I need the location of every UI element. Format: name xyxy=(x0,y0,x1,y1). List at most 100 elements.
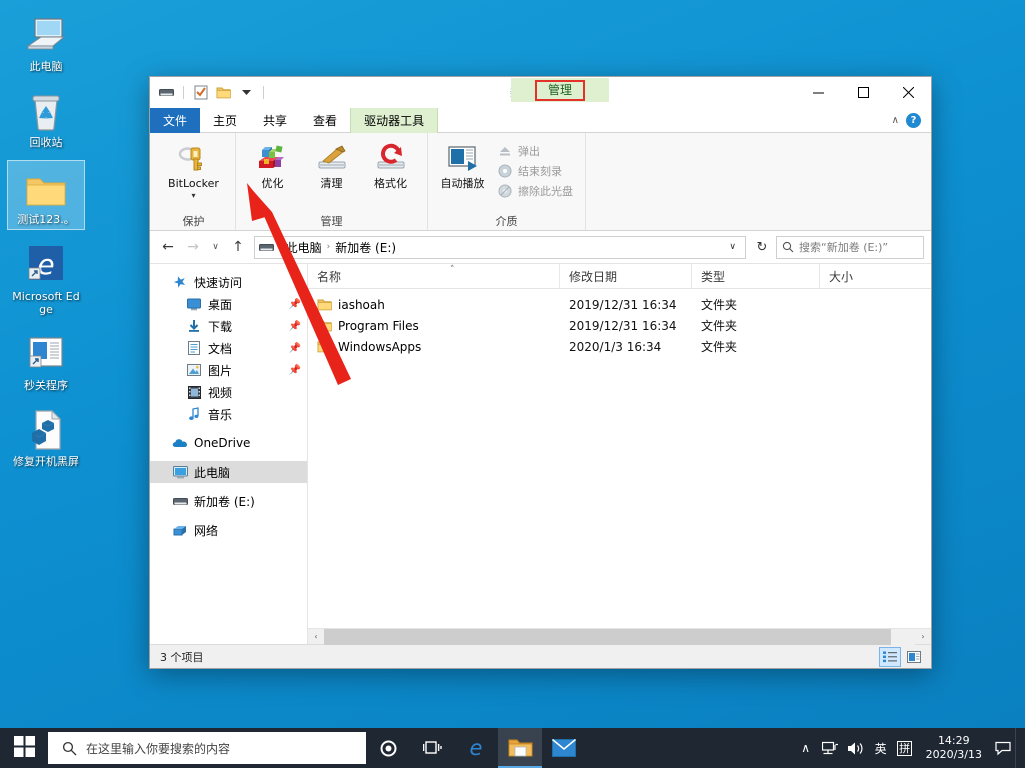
media-small-buttons: 弹出 结束刻录 擦除此光盘 xyxy=(493,138,577,200)
search-box[interactable]: 搜索“新加卷 (E:)” xyxy=(776,235,924,259)
desktop-icon-recycle-bin[interactable]: 回收站 xyxy=(7,84,85,152)
sidebar-item-quick-access[interactable]: 快速访问 xyxy=(150,271,307,293)
pin-icon[interactable]: 📌 xyxy=(289,343,301,354)
optimize-button[interactable]: 优化 xyxy=(244,138,301,190)
eject-button[interactable]: 弹出 xyxy=(493,142,577,160)
quick-access-toolbar xyxy=(150,77,267,108)
column-header-name[interactable]: 名称 xyxy=(308,264,560,288)
network-icon[interactable] xyxy=(818,728,843,768)
desktop-icon-test-folder[interactable]: 测试123.。 xyxy=(7,160,85,230)
collapse-ribbon-icon[interactable]: ∧ xyxy=(892,115,899,126)
sidebar-item-this-pc[interactable]: 此电脑 xyxy=(150,461,307,483)
pin-icon[interactable]: 📌 xyxy=(289,299,301,310)
taskbar-search-box[interactable]: 在这里输入你要搜索的内容 xyxy=(48,732,366,764)
customize-qat-caret-icon[interactable] xyxy=(237,83,256,102)
help-icon[interactable]: ? xyxy=(906,112,921,128)
ime-pinyin-icon[interactable]: 拼 xyxy=(893,728,917,768)
sidebar-item-videos[interactable]: 视频 xyxy=(150,381,307,403)
sidebar-item-pictures[interactable]: 图片 📌 xyxy=(150,359,307,381)
tab-file[interactable]: 文件 xyxy=(150,108,201,133)
sidebar-item-drive-e[interactable]: 新加卷 (E:) xyxy=(150,490,307,512)
up-button[interactable]: ↑ xyxy=(227,236,249,258)
forward-button[interactable]: → xyxy=(182,236,204,258)
column-header-size[interactable]: 大小 xyxy=(820,264,931,288)
file-explorer-window: 新加卷 (E:) 管理 文件 主页 共享 查看 驱动器工具 ∧ ? xyxy=(149,76,932,669)
horizontal-scrollbar[interactable]: ‹ › xyxy=(308,628,931,645)
scrollbar-thumb[interactable] xyxy=(324,628,892,645)
taskbar-clock[interactable]: 14:29 2020/3/13 xyxy=(917,728,991,768)
desktop-icon-this-pc[interactable]: 此电脑 xyxy=(7,8,85,76)
show-hidden-icons-chevron[interactable]: ∧ xyxy=(794,728,818,768)
tab-drive-tools[interactable]: 驱动器工具 xyxy=(350,108,439,133)
address-dropdown-caret-icon[interactable]: ∨ xyxy=(724,242,741,252)
search-placeholder: 搜索“新加卷 (E:)” xyxy=(799,241,889,254)
desktop-icon-microsoft-edge[interactable]: e Microsoft Edge xyxy=(7,238,85,319)
volume-icon[interactable] xyxy=(843,728,869,768)
scroll-right-button[interactable]: › xyxy=(915,628,931,645)
sidebar-item-music[interactable]: 音乐 xyxy=(150,403,307,425)
edge-icon: e xyxy=(9,242,83,286)
search-icon xyxy=(782,241,794,253)
drive-icon[interactable] xyxy=(157,83,176,102)
cortana-icon[interactable] xyxy=(366,728,410,768)
edge-icon[interactable]: e xyxy=(454,728,498,768)
column-header-type[interactable]: 类型 xyxy=(692,264,820,288)
start-button[interactable] xyxy=(0,728,48,768)
network-icon xyxy=(172,522,188,538)
minimize-button[interactable] xyxy=(796,77,841,108)
column-header-date[interactable]: 修改日期 xyxy=(560,264,692,288)
show-desktop-button[interactable] xyxy=(1015,728,1023,768)
system-tray: ∧ 英 拼 14:29 2020/3/13 xyxy=(794,728,1025,768)
sidebar-item-label: OneDrive xyxy=(194,436,251,450)
close-button[interactable] xyxy=(886,77,931,108)
action-center-icon[interactable] xyxy=(991,728,1015,768)
ribbon-group-protect-title: 保护 xyxy=(182,215,205,228)
recent-locations-button[interactable]: ∨ xyxy=(207,236,224,258)
back-button[interactable]: ← xyxy=(157,236,179,258)
autoplay-button[interactable]: 自动播放 xyxy=(436,138,489,190)
sidebar-item-documents[interactable]: 文档 📌 xyxy=(150,337,307,359)
pin-icon[interactable]: 📌 xyxy=(289,321,301,332)
column-header-row: 名称 修改日期 类型 大小 ˄ xyxy=(308,264,931,289)
desktop-icon-miaoguan-program[interactable]: 秒关程序 xyxy=(7,327,85,395)
refresh-button[interactable]: ↻ xyxy=(751,236,773,258)
desktop-icon-fix-black-screen[interactable]: 修复开机黑屏 xyxy=(7,403,85,471)
pin-icon[interactable]: 📌 xyxy=(289,365,301,376)
breadcrumb-this-pc[interactable]: 此电脑 xyxy=(284,239,324,256)
address-bar[interactable]: › 此电脑 › 新加卷 (E:) ∨ xyxy=(254,235,746,259)
sidebar-item-desktop[interactable]: 桌面 📌 xyxy=(150,293,307,315)
details-view-button[interactable] xyxy=(879,646,901,667)
folder-icon xyxy=(317,319,332,332)
tab-home[interactable]: 主页 xyxy=(200,108,250,133)
new-folder-icon[interactable] xyxy=(214,83,233,102)
properties-icon[interactable] xyxy=(191,83,210,102)
file-explorer-icon[interactable] xyxy=(498,728,542,768)
sidebar-item-onedrive[interactable]: OneDrive xyxy=(150,432,307,454)
maximize-button[interactable] xyxy=(841,77,886,108)
folder-icon xyxy=(317,340,332,353)
table-row[interactable]: WindowsApps 2020/1/3 16:34 文件夹 xyxy=(308,336,931,357)
scrollbar-track[interactable] xyxy=(324,628,915,645)
large-icons-view-button[interactable] xyxy=(903,647,925,667)
ime-language-icon[interactable]: 英 xyxy=(869,728,893,768)
tab-share[interactable]: 共享 xyxy=(250,108,300,133)
item-count-label: 3 个项目 xyxy=(160,650,204,664)
breadcrumb-drive[interactable]: 新加卷 (E:) xyxy=(333,239,398,256)
taskbar-search-placeholder: 在这里输入你要搜索的内容 xyxy=(86,741,231,756)
erase-disc-button[interactable]: 擦除此光盘 xyxy=(493,182,577,200)
format-button[interactable]: 格式化 xyxy=(362,138,419,190)
mail-icon[interactable] xyxy=(542,728,586,768)
table-row[interactable]: iashoah 2019/12/31 16:34 文件夹 xyxy=(308,294,931,315)
finish-burning-button[interactable]: 结束刻录 xyxy=(493,162,577,180)
tab-view[interactable]: 查看 xyxy=(300,108,350,133)
sidebar-item-network[interactable]: 网络 xyxy=(150,519,307,541)
file-name-cell: Program Files xyxy=(308,319,560,333)
eject-icon xyxy=(497,143,513,159)
scroll-left-button[interactable]: ‹ xyxy=(308,628,324,645)
cleanup-button[interactable]: 清理 xyxy=(303,138,360,190)
bitlocker-button[interactable]: BitLocker ▾ xyxy=(160,138,227,200)
bitlocker-caret-icon[interactable]: ▾ xyxy=(191,191,195,200)
sidebar-item-downloads[interactable]: 下载 📌 xyxy=(150,315,307,337)
task-view-icon[interactable] xyxy=(410,728,454,768)
table-row[interactable]: Program Files 2019/12/31 16:34 文件夹 xyxy=(308,315,931,336)
